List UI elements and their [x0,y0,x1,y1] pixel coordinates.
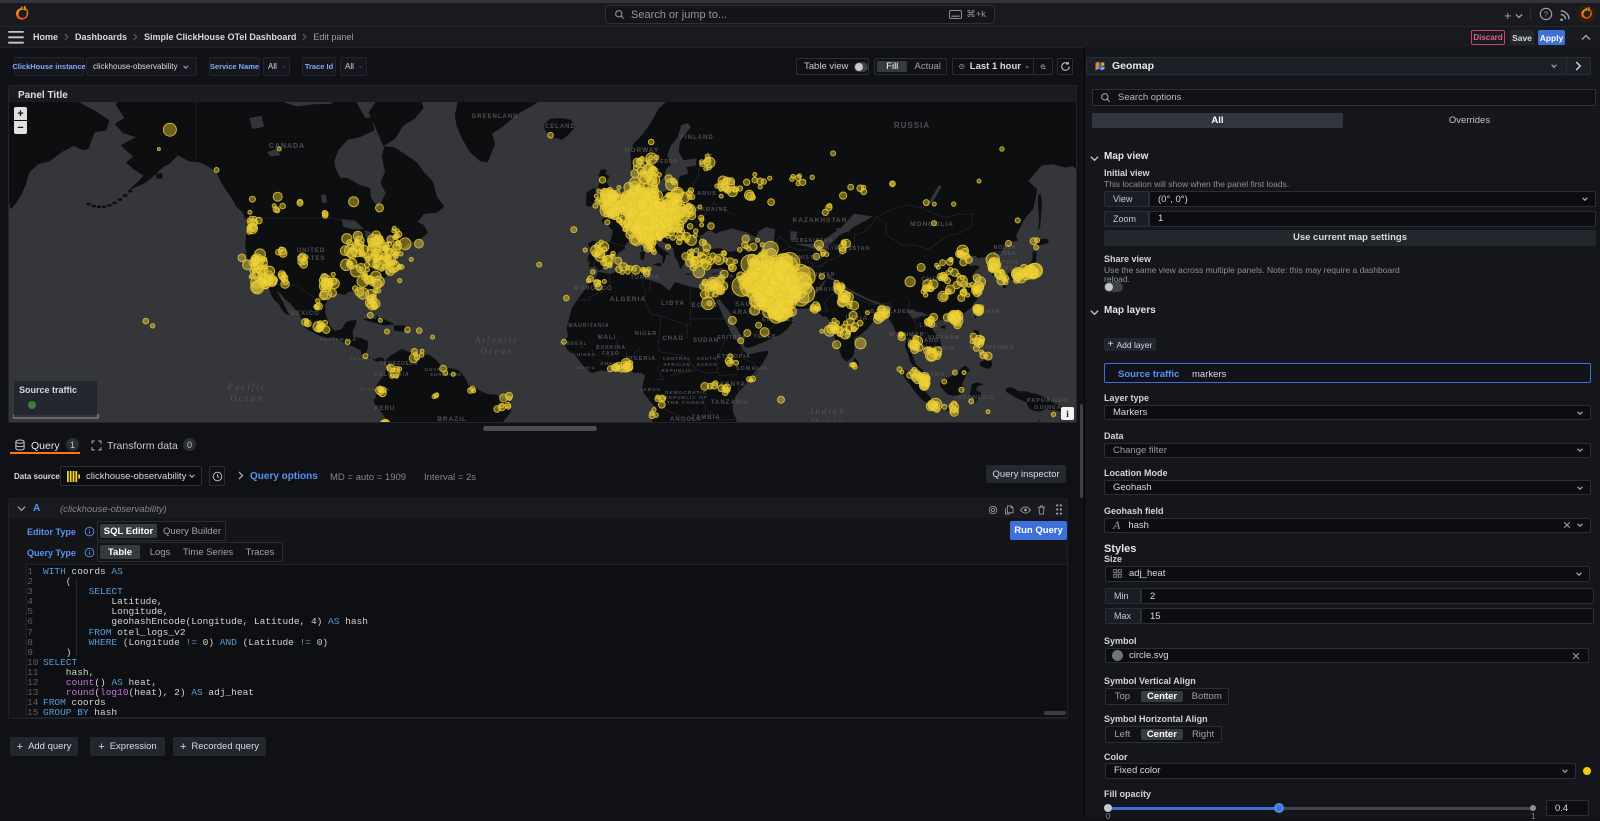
svg-text:ALGERIA: ALGERIA [610,296,646,303]
svg-text:REPUBLIC: REPUBLIC [661,368,692,373]
svg-text:MEXICO: MEXICO [290,311,320,317]
svg-text:BRAZIL: BRAZIL [437,416,467,422]
svg-text:FASO: FASO [602,351,620,357]
svg-text:LIBYA: LIBYA [661,300,685,307]
svg-text:UZBEKISTAN: UZBEKISTAN [791,238,833,244]
svg-text:GUINEA: GUINEA [572,352,596,357]
svg-text:ICELAND: ICELAND [542,124,576,130]
svg-text:CHAD: CHAD [662,336,683,342]
svg-text:Ocean: Ocean [811,417,845,422]
svg-text:SUDAN: SUDAN [693,338,719,344]
svg-text:NORWAY: NORWAY [625,147,660,154]
svg-text:?: ? [1544,10,1548,19]
svg-text:GREENLAND: GREENLAND [471,114,518,120]
svg-text:SOUTH: SOUTH [697,356,718,361]
svg-text:Atlantic: Atlantic [474,335,520,345]
svg-text:THE CONGO: THE CONGO [667,400,705,406]
svg-text:Ocean: Ocean [480,346,514,356]
svg-text:MAURITANIA: MAURITANIA [568,323,609,329]
svg-text:LIBERIA: LIBERIA [573,365,596,370]
svg-text:GUATEMALA: GUATEMALA [319,337,356,342]
svg-text:AFRICAN: AFRICAN [663,362,690,367]
svg-text:KAZAKHSTAN: KAZAKHSTAN [793,217,848,224]
svg-text:CENTRAL: CENTRAL [663,356,692,361]
svg-text:Indian: Indian [809,406,846,416]
svg-text:SUDAN: SUDAN [696,362,717,367]
svg-text:CANADA: CANADA [269,143,305,150]
svg-text:PAPUA NEW: PAPUA NEW [1027,398,1069,404]
svg-text:NIGER: NIGER [635,331,657,337]
svg-text:PERU: PERU [375,406,396,412]
svg-text:MOROCCO: MOROCCO [574,286,613,292]
svg-text:RUSSIA: RUSSIA [894,121,930,130]
svg-text:INDONESIA: INDONESIA [955,395,995,401]
svg-text:FINLAND: FINLAND [680,135,713,141]
svg-text:ETHIOPIA: ETHIOPIA [717,354,751,360]
svg-text:ZAMBIA: ZAMBIA [691,415,720,421]
svg-text:Ocean: Ocean [230,393,264,403]
svg-text:MALI: MALI [598,335,617,341]
svg-text:Pacific: Pacific [226,382,267,392]
svg-text:TANZANIA: TANZANIA [711,400,749,406]
svg-text:SOMALIA: SOMALIA [736,366,768,372]
svg-text:GUINEA: GUINEA [1034,405,1061,411]
svg-text:GABON: GABON [639,387,661,392]
svg-text:PANAMA: PANAMA [350,356,373,361]
